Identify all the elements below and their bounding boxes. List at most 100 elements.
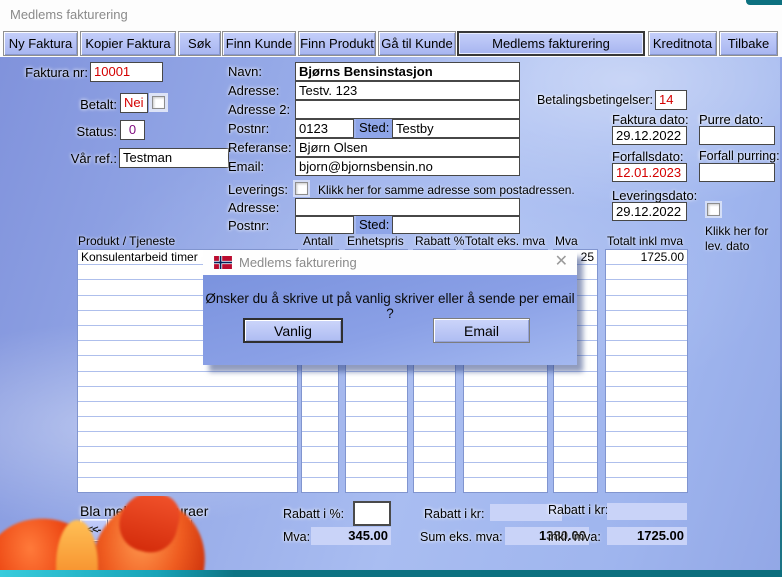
email-button[interactable]: Email (433, 318, 530, 343)
table-cell[interactable] (554, 447, 597, 463)
table-cell[interactable] (606, 417, 687, 433)
table-cell[interactable] (606, 463, 687, 478)
credit-note-button[interactable]: Kreditnota (648, 31, 717, 56)
table-cell[interactable] (464, 478, 547, 493)
table-cell[interactable] (78, 432, 297, 448)
table-cell[interactable] (78, 387, 297, 402)
table-cell[interactable] (554, 432, 597, 448)
due-date-field[interactable]: 12.01.2023 (612, 163, 687, 182)
table-cell[interactable] (606, 447, 687, 463)
invoice-date-field[interactable]: 29.12.2022 (612, 126, 687, 145)
new-invoice-button[interactable]: Ny Faktura (3, 31, 78, 56)
back-button[interactable]: Tilbake (719, 31, 778, 56)
our-ref-field[interactable]: Testman (119, 148, 229, 168)
goto-customer-button[interactable]: Gå til Kunde (378, 31, 456, 56)
table-cell[interactable] (78, 402, 297, 418)
table-cell[interactable] (78, 447, 297, 463)
table-cell[interactable] (346, 402, 407, 418)
delivery-address-field[interactable] (295, 198, 520, 216)
dialog-close-icon[interactable]: ✕ (555, 252, 568, 272)
table-cell[interactable] (606, 341, 687, 357)
table-cell[interactable] (554, 417, 597, 433)
table-cell[interactable] (606, 356, 687, 372)
table-cell[interactable] (414, 372, 455, 387)
table-cell[interactable] (554, 402, 597, 418)
table-cell[interactable] (78, 372, 297, 387)
table-cell[interactable] (302, 417, 338, 433)
payment-terms-field[interactable]: 14 (655, 90, 687, 110)
delivery-date-field[interactable]: 29.12.2022 (612, 202, 687, 221)
search-button[interactable]: Søk (178, 31, 221, 56)
table-cell[interactable] (606, 280, 687, 296)
table-cell[interactable] (606, 432, 687, 448)
paid-field[interactable]: Nei (120, 93, 148, 113)
table-cell[interactable] (606, 326, 687, 342)
table-cell[interactable] (302, 432, 338, 448)
table-cell[interactable] (302, 463, 338, 478)
window-titlebar[interactable]: Medlems fakturering (0, 0, 782, 30)
name-field[interactable]: Bjørns Bensinstasjon (295, 62, 520, 81)
table-cell[interactable] (346, 387, 407, 402)
reference-field[interactable]: Bjørn Olsen (295, 138, 520, 157)
table-cell[interactable] (414, 478, 455, 493)
table-cell[interactable] (302, 447, 338, 463)
member-invoicing-button[interactable]: Medlems fakturering (457, 31, 645, 56)
delivery-city-field[interactable] (392, 216, 520, 234)
table-cell[interactable] (464, 417, 547, 433)
table-cell[interactable] (302, 372, 338, 387)
table-cell[interactable] (554, 387, 597, 402)
table-cell[interactable] (464, 387, 547, 402)
city-field[interactable]: Testby (392, 119, 520, 138)
table-cell[interactable] (414, 447, 455, 463)
vanlig-button[interactable]: Vanlig (243, 318, 343, 343)
discount-pct-input[interactable] (353, 501, 391, 526)
table-cell[interactable] (464, 463, 547, 478)
table-cell[interactable] (414, 387, 455, 402)
table-cell[interactable] (346, 432, 407, 448)
table-cell[interactable] (554, 463, 597, 478)
table-cell[interactable] (414, 402, 455, 418)
table-cell[interactable] (414, 432, 455, 448)
address2-field[interactable] (295, 100, 520, 119)
find-product-button[interactable]: Finn Produkt (298, 31, 376, 56)
dialog-titlebar[interactable]: Medlems fakturering ✕ (203, 250, 577, 275)
delivery-date-checkbox[interactable] (707, 203, 720, 216)
table-cell[interactable] (464, 432, 547, 448)
table-cell[interactable] (78, 463, 297, 478)
table-cell[interactable] (606, 402, 687, 418)
find-customer-button[interactable]: Finn Kunde (222, 31, 296, 56)
invoice-number-field[interactable]: 10001 (90, 62, 163, 82)
table-cell[interactable] (302, 478, 338, 493)
same-address-checkbox[interactable] (295, 182, 308, 195)
table-cell[interactable] (346, 417, 407, 433)
table-cell[interactable] (464, 372, 547, 387)
table-cell[interactable] (606, 296, 687, 311)
table-cell[interactable] (606, 478, 687, 493)
table-cell[interactable] (554, 478, 597, 493)
table-cell[interactable] (606, 311, 687, 326)
email-field[interactable]: bjorn@bjornsbensin.no (295, 157, 520, 176)
address-field[interactable]: Testv. 123 (295, 81, 520, 100)
table-cell[interactable] (554, 372, 597, 387)
table-cell[interactable] (78, 478, 297, 493)
table-cell[interactable] (302, 402, 338, 418)
reminder-date-field[interactable] (699, 126, 775, 145)
table-cell[interactable]: 1725.00 (606, 250, 687, 266)
status-field[interactable]: 0 (120, 120, 145, 140)
paid-checkbox[interactable] (152, 96, 165, 109)
table-cell[interactable] (606, 265, 687, 281)
copy-invoice-button[interactable]: Kopier Faktura (80, 31, 176, 56)
table-cell[interactable] (464, 447, 547, 463)
zip-field[interactable]: 0123 (295, 119, 354, 138)
table-cell[interactable] (302, 387, 338, 402)
table-cell[interactable] (464, 402, 547, 418)
table-cell[interactable] (606, 372, 687, 387)
table-cell[interactable] (346, 463, 407, 478)
table-cell[interactable] (78, 417, 297, 433)
table-cell[interactable] (346, 372, 407, 387)
table-cell[interactable] (346, 478, 407, 493)
delivery-zip-field[interactable] (295, 216, 354, 234)
reminder-due-field[interactable] (699, 163, 775, 182)
table-cell[interactable] (414, 463, 455, 478)
table-cell[interactable] (346, 447, 407, 463)
